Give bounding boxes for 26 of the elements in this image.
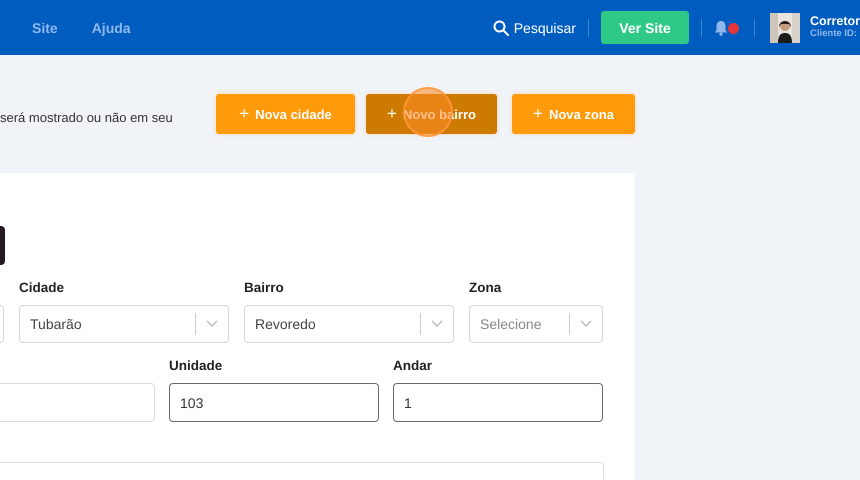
field-label: Cidade — [19, 280, 64, 297]
add-button[interactable]: + Novo bairro — [366, 94, 497, 134]
select-field[interactable]: Revoredo — [244, 305, 454, 343]
add-button[interactable]: + Nova zona — [512, 94, 635, 134]
chevron-down-icon — [206, 320, 218, 328]
nav-link[interactable]: Ajuda — [92, 20, 131, 36]
select-field[interactable]: Selecione — [469, 305, 603, 343]
bell-icon — [714, 20, 728, 36]
description-text: será mostrado ou não em seu — [0, 110, 174, 125]
view-site-button[interactable]: Ver Site — [600, 11, 689, 44]
chevron-down-icon — [580, 320, 592, 328]
select-field[interactable]: Tubarão — [19, 305, 229, 343]
chevron-down-icon — [431, 320, 443, 328]
user-name: Corretor — [810, 15, 860, 29]
input-field[interactable]: 103 — [169, 383, 379, 422]
nav-link[interactable]: Site — [32, 20, 58, 36]
input-field[interactable]: 1 — [393, 383, 603, 422]
input-field[interactable] — [0, 383, 155, 422]
field-label: Andar — [393, 358, 432, 375]
add-button[interactable]: + Nova cidade — [216, 94, 355, 134]
field-label: Bairro — [244, 280, 284, 297]
client-id-label: Cliente ID: — [810, 29, 858, 40]
field-label: Unidade — [169, 358, 222, 375]
field-label: Zona — [469, 280, 502, 297]
search-icon — [492, 20, 509, 36]
search-button[interactable]: Pesquisar — [492, 20, 586, 36]
